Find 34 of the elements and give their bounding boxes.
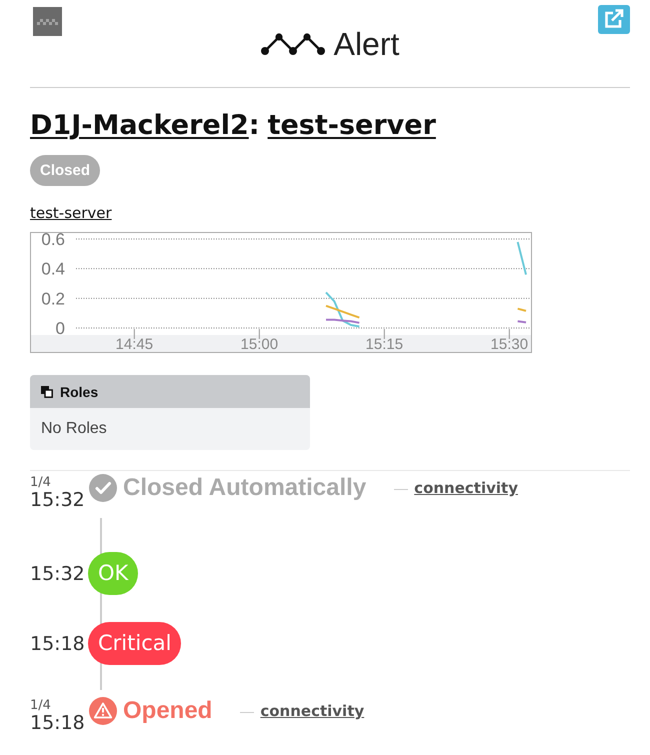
status-badge: OK [88, 552, 138, 595]
organization-link[interactable]: D1J-Mackerel2 [30, 110, 249, 142]
x-axis-label: 15:00 [240, 336, 278, 352]
x-axis-label: 15:30 [490, 336, 528, 352]
x-axis-label: 14:45 [116, 336, 154, 352]
panel-title: Roles [60, 384, 98, 400]
event-label: Opened [123, 697, 212, 725]
event-time: 15:18 [30, 713, 86, 733]
stacked-squares-icon [41, 386, 53, 398]
y-axis-label: 0.4 [41, 260, 65, 279]
monitor-link[interactable]: connectivity [260, 697, 364, 725]
y-axis-label: 0.2 [41, 289, 65, 308]
event-label: Closed Automatically [123, 474, 366, 502]
empty-roles-text: No Roles [41, 420, 107, 438]
host-link[interactable]: test-server [268, 110, 436, 142]
page-title: Alert [334, 26, 400, 62]
monitor-link[interactable]: connectivity [414, 474, 518, 502]
event-time: 15:18 [30, 634, 86, 654]
event-date: 1/4 [30, 476, 52, 490]
graph-host-link[interactable]: test-server [30, 204, 112, 222]
event-time: 15:32 [30, 564, 86, 584]
zigzag-logo-icon [260, 33, 325, 55]
heading-separator: : [248, 110, 260, 142]
warning-circle-icon [89, 697, 117, 725]
status-badge: Critical [88, 622, 182, 665]
event-date: 1/4 [30, 699, 52, 713]
x-axis-label: 15:15 [366, 336, 404, 352]
y-axis-label: 0.6 [41, 233, 65, 249]
pixel-pattern-icon [33, 7, 62, 36]
event-time: 15:32 [30, 490, 86, 510]
external-link-icon[interactable] [598, 5, 630, 34]
status-badge: Closed [30, 155, 100, 186]
y-axis-label: 0 [56, 319, 65, 338]
check-circle-icon [89, 474, 117, 502]
